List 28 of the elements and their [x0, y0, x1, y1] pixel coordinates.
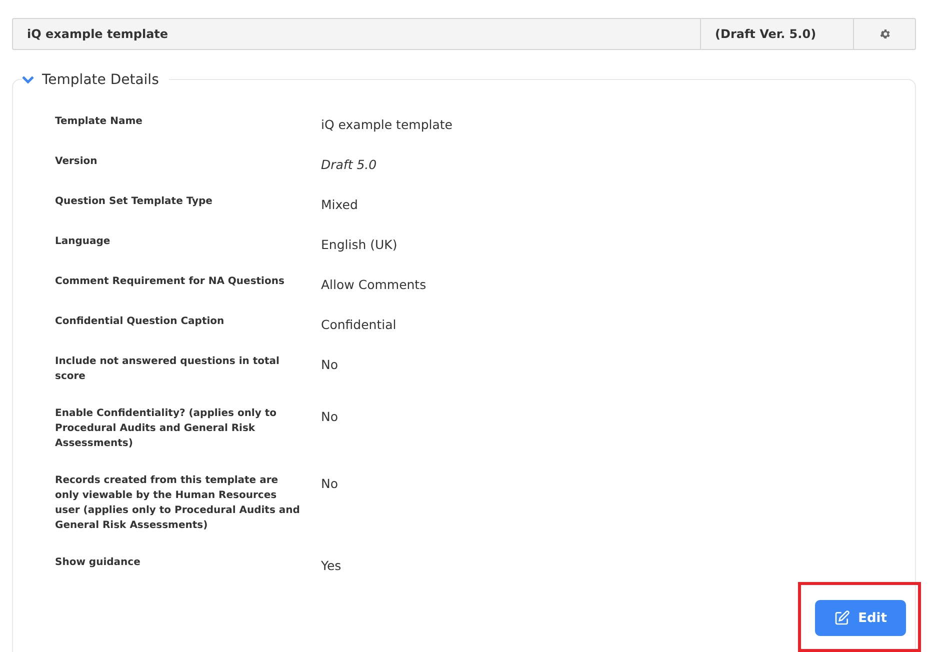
edit-icon — [834, 610, 850, 626]
field-label: Records created from this template are only viewable by the Human Resources user (applies only to Procedural Audits and General Risk Assessments) — [55, 474, 301, 533]
field-value: No — [321, 408, 339, 426]
field-label: Comment Requirement for NA Questions — [55, 275, 286, 289]
chevron-icon — [22, 76, 34, 84]
edit-button[interactable]: Edit — [815, 600, 906, 636]
section-title: Template Details — [42, 72, 159, 88]
field-value: Draft 5.0 — [321, 156, 378, 172]
field-label: Enable Confidentiality? (applies only to Procedural Audits and General Risk Assessments) — [55, 407, 278, 451]
field-label: Include not answered questions in total score — [55, 355, 280, 384]
settings-icon — [878, 28, 890, 40]
template-title: iQ example template — [26, 26, 170, 43]
field-value: Confidential — [321, 316, 398, 332]
field-label: Version — [55, 155, 98, 169]
field-value: No — [321, 475, 339, 493]
collapse-toggle[interactable] — [22, 76, 34, 84]
version-label: (Draft Ver. 5.0) — [700, 19, 853, 49]
field-value: English (UK) — [321, 236, 398, 252]
field-value: iQ example template — [321, 116, 454, 132]
field-label: Confidential Question Caption — [55, 315, 226, 329]
field-value: Allow Comments — [321, 276, 428, 292]
field-label: Show guidance — [55, 556, 142, 570]
field-label: Language — [55, 235, 112, 249]
field-label: Template Name — [55, 115, 144, 129]
field-value: No — [321, 356, 339, 374]
field-value: Mixed — [321, 196, 359, 212]
field-label: Question Set Template Type — [55, 195, 214, 209]
field-value: Yes — [321, 557, 342, 573]
